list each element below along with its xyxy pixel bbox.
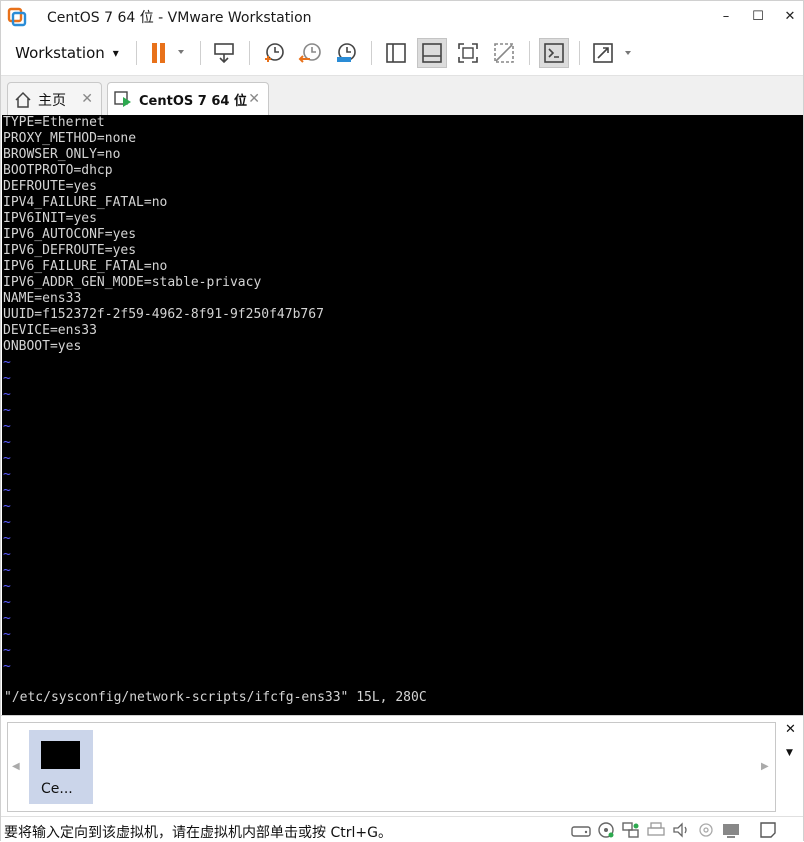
console-line: ONBOOT=yes	[3, 339, 82, 354]
send-ctrl-alt-del-button[interactable]	[209, 38, 239, 68]
vm-running-icon	[114, 90, 131, 107]
vm-thumbnail-image	[41, 741, 80, 769]
title-bar: CentOS 7 64 位 - VMware Workstation – ☐ ✕	[1, 1, 803, 31]
tab-bar: 主页 ✕ CentOS 7 64 位 ✕	[1, 75, 803, 116]
vmware-app-icon	[7, 7, 27, 27]
tab-home-label: 主页	[38, 92, 66, 109]
console-line: IPV6_AUTOCONF=yes	[3, 227, 137, 242]
send-ctrl-alt-del-icon	[214, 43, 234, 64]
vim-empty-line-tilde: ~	[3, 467, 11, 482]
vim-empty-line-tilde: ~	[3, 403, 11, 418]
window-title: CentOS 7 64 位 - VMware Workstation	[47, 10, 312, 26]
stretch-guest-icon	[593, 43, 631, 63]
vim-empty-line-tilde: ~	[3, 483, 11, 498]
vim-empty-line-tilde: ~	[3, 499, 11, 514]
console-line: NAME=ens33	[3, 291, 82, 306]
workstation-menu[interactable]: Workstation ▾	[11, 38, 123, 68]
vm-thumbnail-label: Ce...	[41, 781, 73, 797]
hard-disk-icon[interactable]	[571, 821, 591, 839]
vim-empty-line-tilde: ~	[3, 579, 11, 594]
console-view-button[interactable]	[539, 38, 569, 68]
console-line: BROWSER_ONLY=no	[3, 147, 121, 162]
vim-empty-line-tilde: ~	[3, 595, 11, 610]
vm-thumbnail[interactable]: Ce...	[29, 730, 93, 804]
stretch-guest-button[interactable]	[589, 38, 637, 68]
unity-icon	[494, 43, 514, 63]
thumbnail-bar: ◀ Ce... ▶ ✕ ▼	[1, 715, 803, 815]
printer-icon[interactable]	[646, 821, 666, 839]
snapshot-manager-button[interactable]	[331, 38, 361, 68]
console-line: TYPE=Ethernet	[3, 115, 105, 130]
scroll-left-icon[interactable]: ◀	[12, 761, 20, 772]
minimize-button[interactable]: –	[711, 3, 741, 29]
close-window-button[interactable]: ✕	[775, 3, 804, 29]
tab-home-close-icon[interactable]: ✕	[81, 91, 93, 107]
vim-status-line: "/etc/sysconfig/network-scripts/ifcfg-en…	[4, 690, 427, 705]
snapshot-revert-button[interactable]	[295, 38, 325, 68]
vim-empty-line-tilde: ~	[3, 611, 11, 626]
full-screen-icon	[458, 43, 478, 63]
vim-empty-line-tilde: ~	[3, 515, 11, 530]
message-log-icon[interactable]	[758, 821, 778, 839]
display-icon[interactable]	[721, 821, 741, 839]
vim-empty-line-tilde: ~	[3, 563, 11, 578]
vim-empty-line-tilde: ~	[3, 387, 11, 402]
vim-empty-line-tilde: ~	[3, 643, 11, 658]
console-line: PROXY_METHOD=none	[3, 131, 137, 146]
console-line: DEVICE=ens33	[3, 323, 97, 338]
snapshot-manager-icon	[337, 43, 356, 62]
pause-icon	[152, 43, 184, 63]
home-icon	[15, 91, 31, 108]
tab-centos-label: CentOS 7 64 位	[139, 94, 247, 109]
console-line: IPV6INIT=yes	[3, 211, 97, 226]
vim-empty-line-tilde: ~	[3, 451, 11, 466]
vmware-window: CentOS 7 64 位 - VMware Workstation – ☐ ✕…	[0, 0, 804, 842]
full-screen-button[interactable]	[453, 38, 483, 68]
thumbnail-panel: ◀ Ce... ▶	[7, 722, 776, 812]
chevron-down-icon: ▾	[112, 46, 119, 60]
console-line: IPV6_ADDR_GEN_MODE=stable-privacy	[3, 275, 262, 290]
cd-dvd-icon[interactable]	[596, 821, 616, 839]
console-line: DEFROUTE=yes	[3, 179, 97, 194]
tab-home[interactable]: 主页 ✕	[7, 82, 102, 116]
vim-empty-line-tilde: ~	[3, 627, 11, 642]
console-line: IPV6_DEFROUTE=yes	[3, 243, 137, 258]
workstation-menu-label: Workstation	[15, 44, 105, 62]
console-line: UUID=f152372f-2f59-4962-8f91-9f250f47b76…	[3, 307, 324, 322]
vm-console[interactable]: TYPE=Ethernet PROXY_METHOD=none BROWSER_ON…	[2, 115, 803, 715]
vim-empty-line-tilde: ~	[3, 355, 11, 370]
console-line: IPV4_FAILURE_FATAL=no	[3, 195, 168, 210]
sound-card-icon[interactable]	[671, 821, 691, 839]
network-adapter-icon[interactable]	[621, 821, 641, 839]
snapshot-revert-icon	[298, 43, 321, 63]
library-view-button[interactable]	[381, 38, 411, 68]
console-text: TYPE=Ethernet PROXY_METHOD=none BROWSER_ON…	[3, 115, 803, 675]
close-thumbnail-bar-icon[interactable]: ✕	[785, 722, 796, 737]
status-message: 要将输入定向到该虚拟机，请在虚拟机内部单击或按 Ctrl+G。	[4, 825, 392, 841]
scroll-right-icon[interactable]: ▶	[761, 761, 769, 772]
usb-device-icon[interactable]	[696, 821, 716, 839]
tab-centos[interactable]: CentOS 7 64 位 ✕	[107, 82, 269, 116]
toolbar: Workstation ▾	[1, 33, 803, 73]
thumbnail-menu-icon[interactable]: ▼	[786, 748, 793, 758]
unity-button[interactable]	[489, 38, 519, 68]
pause-button[interactable]	[145, 38, 191, 68]
thumbnail-bar-button[interactable]	[417, 38, 447, 68]
maximize-button[interactable]: ☐	[743, 3, 773, 29]
thumbnail-bar-icon	[422, 43, 442, 63]
snapshot-take-button[interactable]	[259, 38, 289, 68]
vim-empty-line-tilde: ~	[3, 547, 11, 562]
status-bar: 要将输入定向到该虚拟机，请在虚拟机内部单击或按 Ctrl+G。	[1, 816, 803, 842]
vim-empty-line-tilde: ~	[3, 659, 11, 674]
vim-empty-line-tilde: ~	[3, 531, 11, 546]
console-line: BOOTPROTO=dhcp	[3, 163, 113, 178]
console-view-icon	[544, 43, 564, 63]
vim-empty-line-tilde: ~	[3, 435, 11, 450]
library-view-icon	[386, 43, 406, 63]
tab-centos-close-icon[interactable]: ✕	[248, 91, 260, 107]
vim-empty-line-tilde: ~	[3, 371, 11, 386]
console-line: IPV6_FAILURE_FATAL=no	[3, 259, 168, 274]
snapshot-take-icon	[265, 43, 284, 62]
vim-empty-line-tilde: ~	[3, 419, 11, 434]
